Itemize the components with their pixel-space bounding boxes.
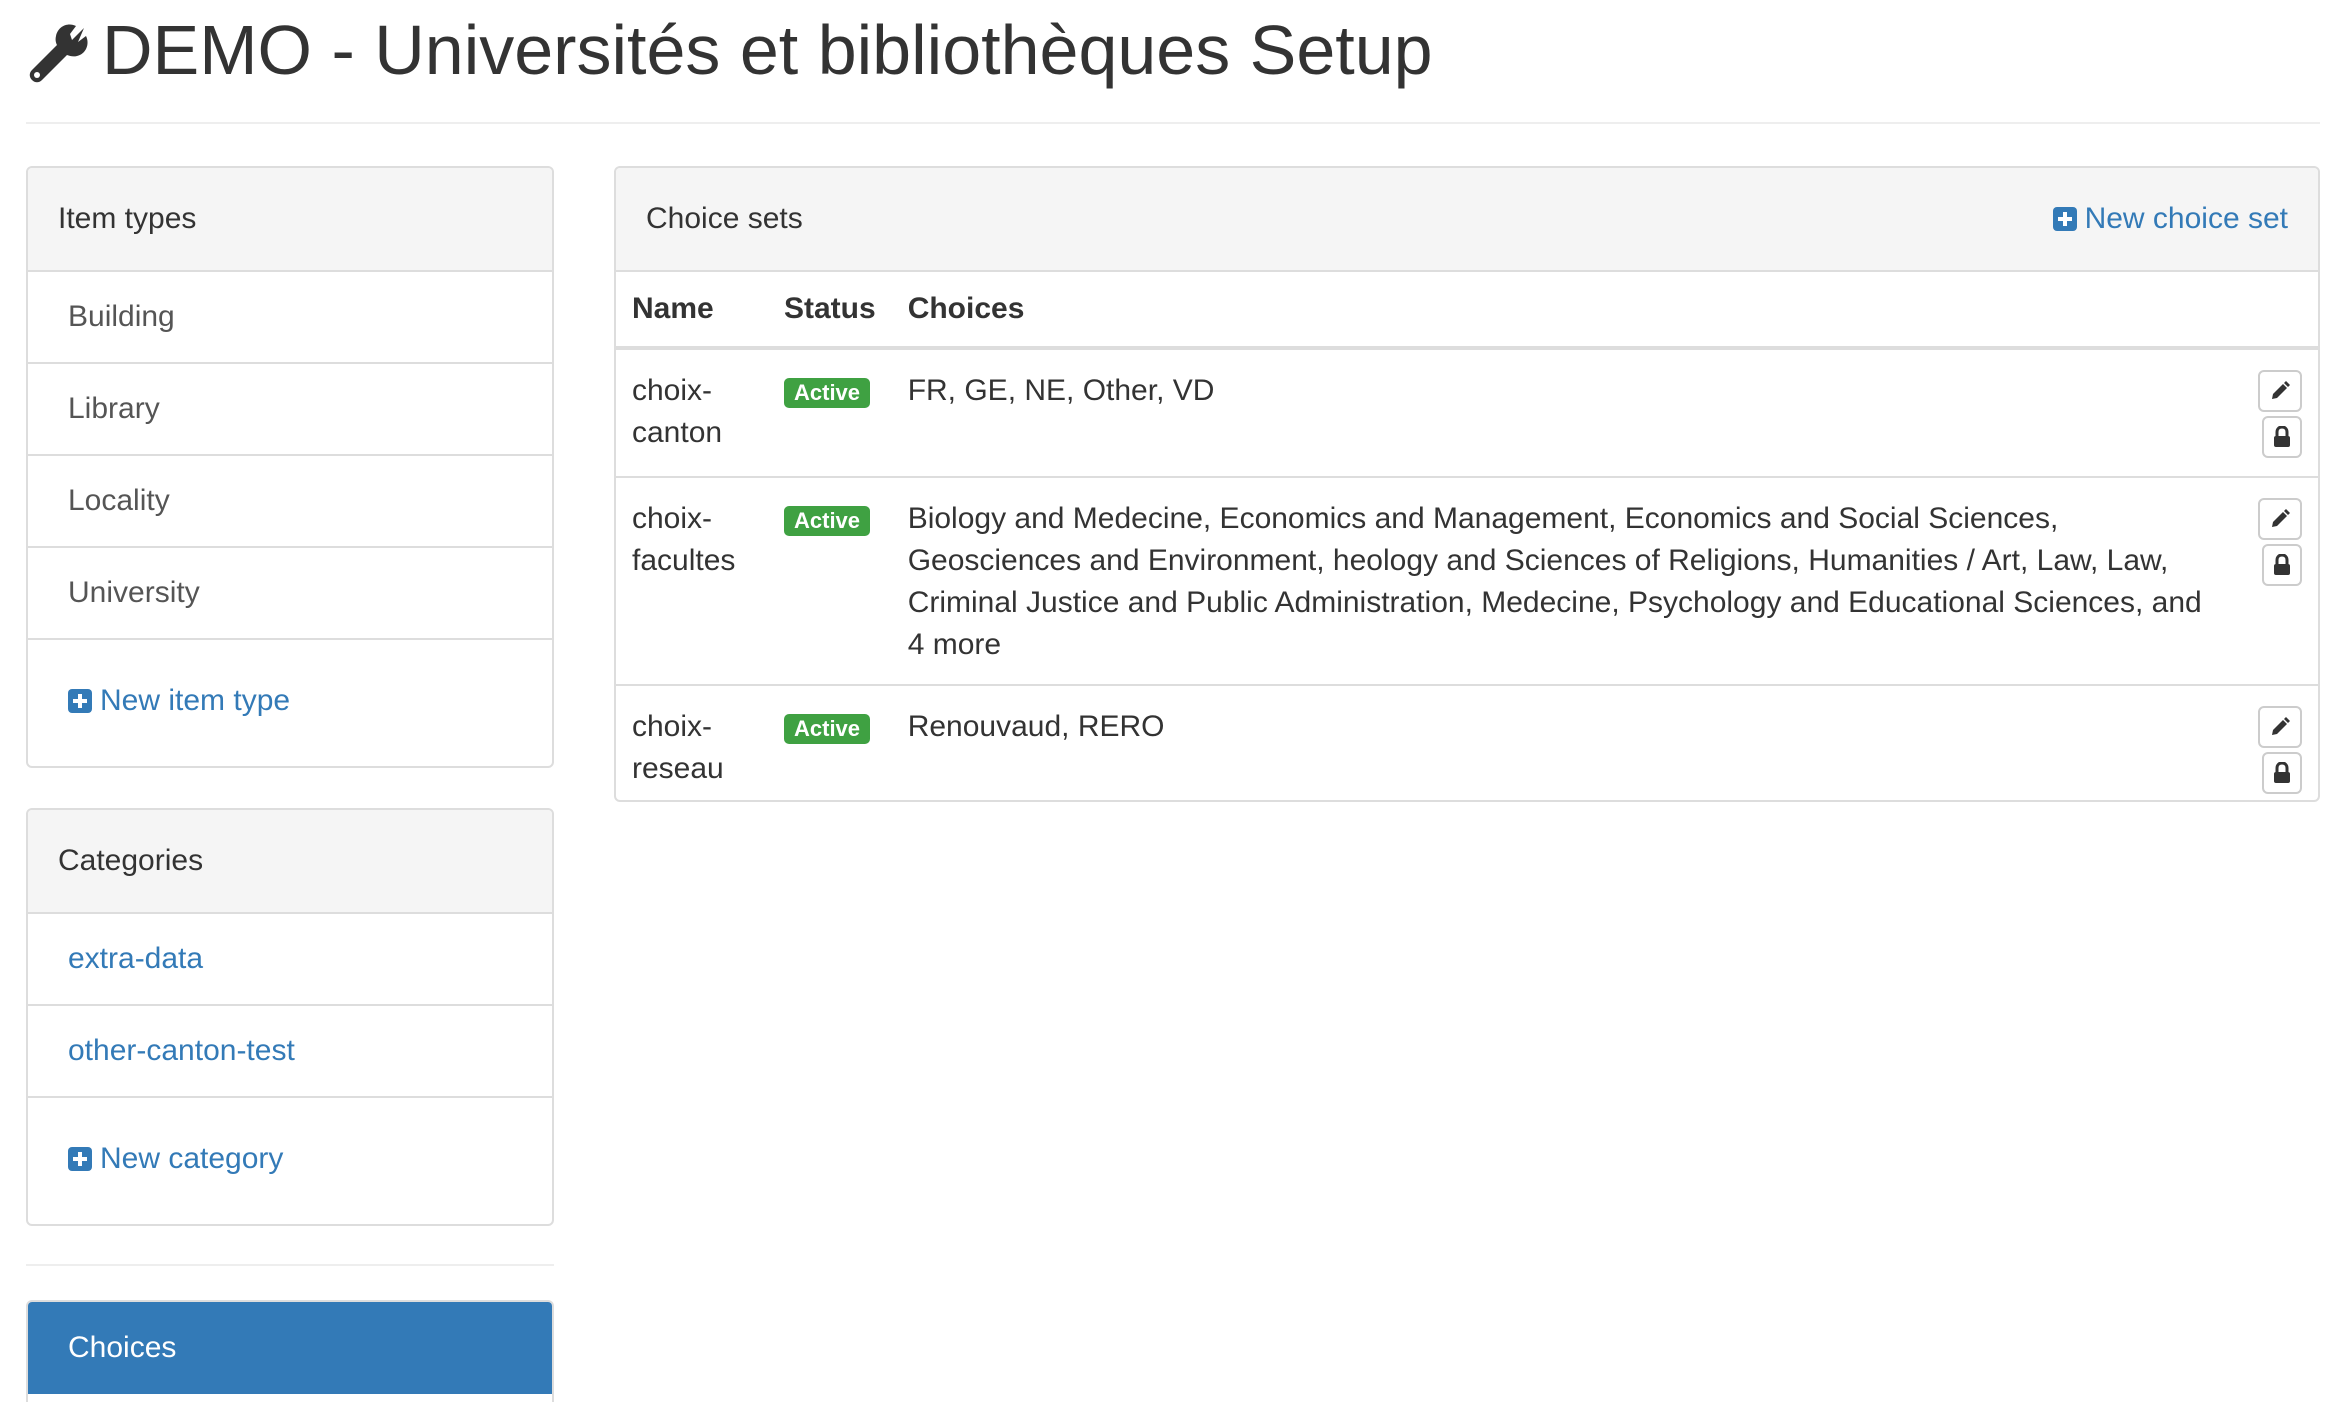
item-type-building[interactable]: Building: [28, 272, 552, 364]
choice-set-choices: Renouvaud, RERO: [907, 710, 1165, 743]
plus-square-icon: [2052, 207, 2077, 231]
status-cell: Active: [776, 477, 892, 686]
choices-nav: Choices: [26, 1300, 554, 1402]
choice-sets-panel: Choice sets New choice set Name Status C…: [614, 166, 2320, 802]
choice-set-choices: FR, GE, NE, Other, VD: [891, 348, 2238, 478]
wrench-icon: [29, 24, 88, 83]
status-cell: Active: [776, 348, 892, 478]
item-types-heading: Item types: [28, 168, 552, 272]
categories-panel: Categories extra-data other-canton-test …: [26, 808, 554, 1226]
pencil-icon: [2272, 717, 2290, 735]
table-row: choix-facultes Active Biology and Medeci…: [616, 477, 2318, 686]
status-badge: Active: [784, 714, 871, 744]
category-extra-data[interactable]: extra-data: [28, 914, 552, 1006]
column-header-status: Status: [776, 272, 892, 350]
new-choice-set-link[interactable]: New choice set: [2052, 202, 2288, 236]
actions-cell: [2238, 685, 2318, 800]
choice-sets-table: Name Status Choices choix-canton Active …: [616, 272, 2318, 800]
lock-button[interactable]: [2262, 752, 2302, 794]
page-title: DEMO - Universités et bibliothèques Setu…: [102, 11, 1433, 89]
category-other-canton-test[interactable]: other-canton-test: [28, 1006, 552, 1098]
pencil-icon: [2272, 381, 2290, 399]
choice-sets-heading: Choice sets: [646, 202, 803, 235]
choice-set-name: choix-canton: [616, 348, 776, 478]
plus-square-icon: [68, 689, 92, 713]
status-badge: Active: [784, 506, 871, 536]
choice-set-choices: Biology and Medecine, Economics and Mana…: [891, 477, 2238, 686]
edit-button[interactable]: [2258, 706, 2302, 748]
nav-item-choices[interactable]: Choices: [28, 1302, 552, 1394]
setup-page: DEMO - Universités et bibliothèques Setu…: [0, 0, 2338, 1402]
choice-set-name: choix-facultes: [616, 477, 776, 686]
page-header: DEMO - Universités et bibliothèques Setu…: [26, 0, 2320, 124]
table-row: choix-canton Active FR, GE, NE, Other, V…: [616, 348, 2318, 478]
lock-button[interactable]: [2262, 544, 2302, 586]
table-header-row: Name Status Choices: [616, 272, 2318, 350]
status-badge: Active: [784, 378, 871, 408]
item-type-university[interactable]: University: [28, 548, 552, 640]
choice-sets-header: Choice sets New choice set: [616, 168, 2318, 272]
actions-cell: [2238, 348, 2318, 478]
column-header-actions: [2238, 272, 2318, 350]
new-category-label: New category: [100, 1142, 284, 1175]
column-header-choices: Choices: [891, 272, 2238, 350]
new-choice-set-label: New choice set: [2084, 202, 2288, 235]
item-types-panel: Item types Building Library Locality Uni…: [26, 166, 554, 768]
sidebar-divider: [26, 1264, 554, 1266]
actions-cell: [2238, 477, 2318, 686]
table-row: choix-reseau Active Renouvaud, RERO: [616, 685, 2318, 800]
plus-square-icon: [68, 1147, 92, 1171]
categories-heading: Categories: [28, 810, 552, 914]
lock-icon: [2274, 762, 2290, 783]
edit-button[interactable]: [2258, 370, 2302, 412]
new-category-link[interactable]: New category: [28, 1098, 552, 1220]
lock-icon: [2274, 426, 2290, 447]
pencil-icon: [2272, 509, 2290, 527]
status-cell: Active: [776, 685, 892, 800]
lock-icon: [2274, 554, 2290, 575]
edit-button[interactable]: [2258, 498, 2302, 540]
choice-set-name: choix-reseau: [632, 710, 724, 785]
lock-button[interactable]: [2262, 416, 2302, 458]
item-type-library[interactable]: Library: [28, 364, 552, 456]
column-header-name: Name: [616, 272, 776, 350]
new-item-type-link[interactable]: New item type: [28, 640, 552, 762]
item-type-locality[interactable]: Locality: [28, 456, 552, 548]
new-item-type-label: New item type: [100, 684, 291, 717]
